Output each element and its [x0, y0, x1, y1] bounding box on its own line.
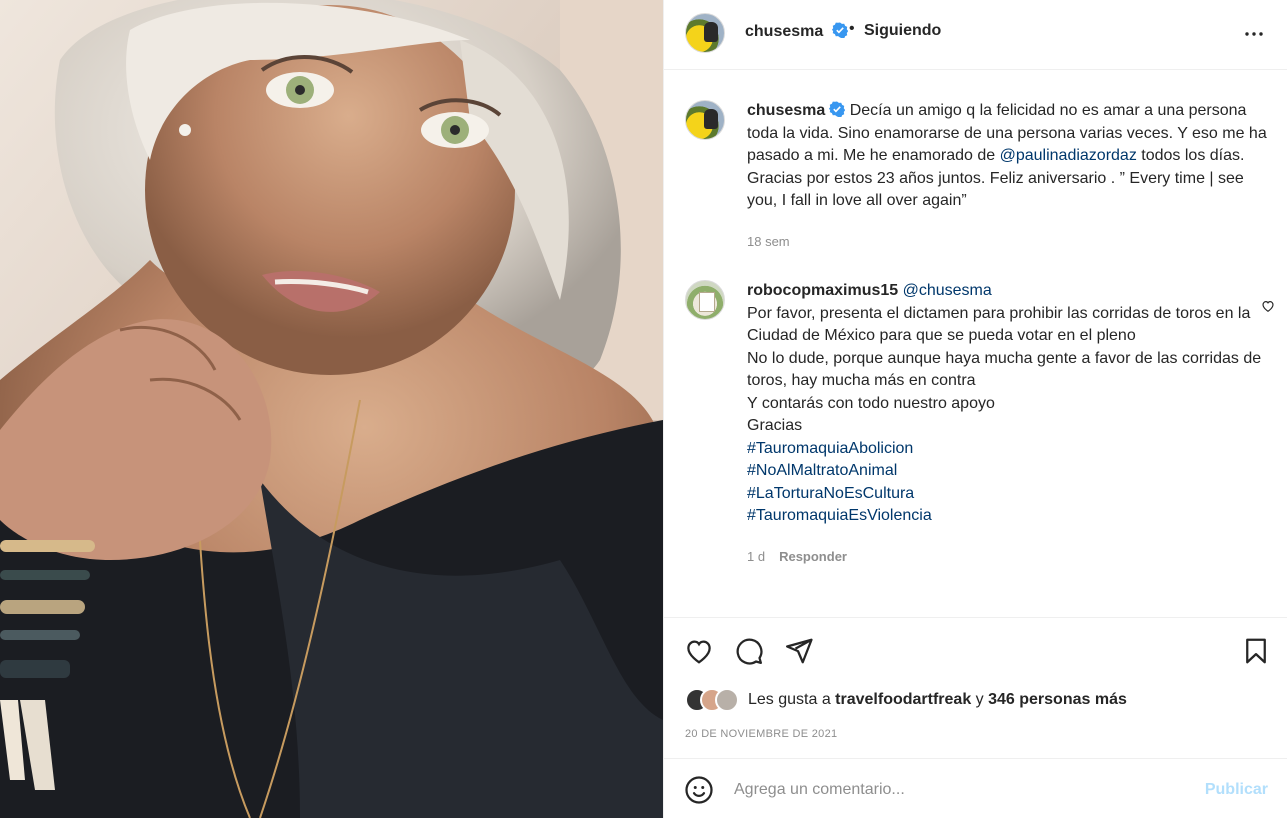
caption-time-text[interactable]: 18 sem: [747, 234, 790, 249]
comment-body: robocopmaximus15 @chusesma Por favor, pr…: [747, 280, 1267, 568]
commenter-username[interactable]: robocopmaximus15: [747, 282, 898, 299]
reply-button[interactable]: Responder: [779, 549, 847, 564]
likes-connector: y: [971, 691, 989, 708]
likes-prefix: Les gusta a: [748, 691, 836, 708]
post-detail-panel: chusesma • Siguiendo chusesma Decía un a…: [663, 0, 1287, 818]
likes-summary: Les gusta a travelfoodartfreak y 346 per…: [685, 686, 1127, 714]
hashtag-link[interactable]: #TauromaquiaAbolicion: [747, 438, 1267, 461]
caption: chusesma Decía un amigo q la felicidad n…: [685, 100, 1275, 270]
post-date[interactable]: 20 DE NOVIEMBRE DE 2021: [685, 728, 837, 740]
caption-time: 18 sem: [747, 231, 1267, 254]
hashtag-link[interactable]: #LaTorturaNoEsCultura: [747, 483, 1267, 506]
comment-item: robocopmaximus15 @chusesma Por favor, pr…: [685, 280, 1275, 600]
follow-separator: •: [849, 20, 855, 37]
comment-composer: Publicar: [664, 758, 1287, 818]
more-options-icon[interactable]: [1242, 22, 1266, 46]
author-username[interactable]: chusesma: [745, 22, 848, 41]
liker-username[interactable]: travelfoodartfreak: [835, 691, 971, 708]
comments-list[interactable]: chusesma Decía un amigo q la felicidad n…: [664, 71, 1287, 616]
liker-avatar: [715, 688, 739, 712]
comment-line-2: No lo dude, porque aunque haya mucha gen…: [747, 349, 1262, 390]
post-photo-illustration: [0, 0, 663, 818]
commenter-avatar[interactable]: [685, 280, 725, 320]
comment-line-1: Por favor, presenta el dictamen para pro…: [747, 304, 1251, 345]
share-icon[interactable]: [784, 636, 814, 666]
publish-button[interactable]: Publicar: [1205, 781, 1268, 799]
author-avatar[interactable]: [685, 13, 725, 53]
comment-icon[interactable]: [734, 636, 764, 666]
comment-meta: 1 d Responder: [747, 546, 1267, 569]
caption-avatar[interactable]: [685, 100, 725, 140]
post-header: chusesma • Siguiendo: [664, 0, 1287, 70]
heart-icon[interactable]: [684, 636, 714, 666]
small-heart-icon[interactable]: [1261, 299, 1275, 313]
hashtag-link[interactable]: #NoAlMaltratoAnimal: [747, 460, 1267, 483]
bookmark-icon[interactable]: [1241, 636, 1271, 666]
caption-body: chusesma Decía un amigo q la felicidad n…: [747, 100, 1267, 253]
likes-text: Les gusta a travelfoodartfreak y 346 per…: [748, 691, 1127, 709]
caption-username-text[interactable]: chusesma: [747, 102, 825, 119]
verified-badge-icon: [829, 101, 846, 117]
comment-time[interactable]: 1 d: [747, 549, 765, 564]
emoji-icon[interactable]: [684, 775, 714, 805]
comment-mention[interactable]: @chusesma: [903, 282, 992, 299]
following-button[interactable]: Siguiendo: [864, 22, 941, 40]
author-username-text[interactable]: chusesma: [745, 23, 823, 40]
comment-input[interactable]: [734, 777, 1194, 803]
comment-line-3: Y contarás con todo nuestro apoyo: [747, 394, 995, 412]
post-photo[interactable]: [0, 0, 663, 818]
verified-badge-icon: [831, 22, 848, 38]
caption-username[interactable]: chusesma: [747, 101, 846, 119]
caption-mention[interactable]: @paulinadiazordaz: [1000, 147, 1137, 164]
hashtag-link[interactable]: #TauromaquiaEsViolencia: [747, 505, 1267, 528]
comment-line-4: Gracias: [747, 417, 803, 434]
post-actions: Les gusta a travelfoodartfreak y 346 per…: [664, 617, 1287, 818]
likes-count[interactable]: 346 personas más: [988, 691, 1127, 708]
